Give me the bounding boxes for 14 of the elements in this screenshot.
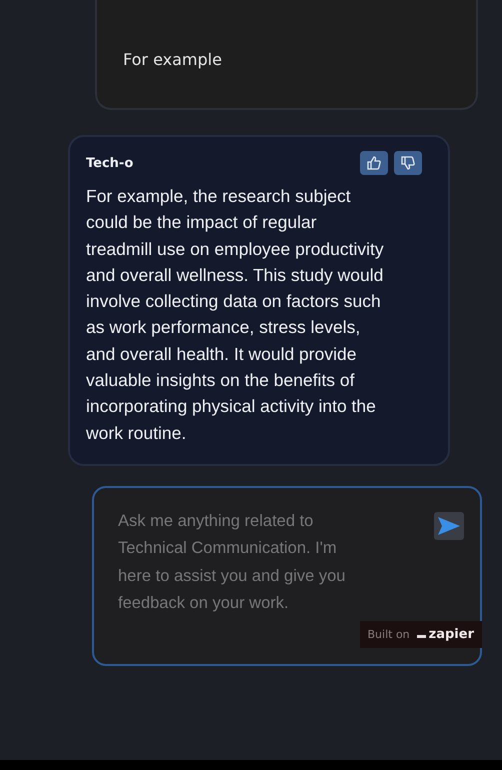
badge-brand: zapier [428,626,474,642]
thumbs-up-button[interactable] [360,151,388,175]
thumbs-down-icon [400,155,416,171]
logo-underscore-icon [416,634,426,638]
send-icon [437,516,461,536]
user-message-text: For example [123,50,222,68]
thumbs-up-icon [366,155,382,171]
message-input-box[interactable]: Ask me anything related to Technical Communication. I'm here to assist you and give you feedback on your work. Built on zapier [92,486,482,666]
bot-message-text: For example, the research subject could be the impact of regular treadmill use on employee productivity and overall wellness. This study would involve collecting data on factors such as work performance, stress levels, and overall health. It would provide valuable insights on the benefits of incorporating physical activity into the work routine. [86,185,385,445]
badge-prefix: Built on [368,628,410,641]
built-on-badge[interactable]: Built on zapier [360,620,482,648]
sender-name: Tech-o [86,156,134,170]
thumbs-down-button[interactable] [394,151,422,175]
send-button[interactable] [434,512,464,540]
